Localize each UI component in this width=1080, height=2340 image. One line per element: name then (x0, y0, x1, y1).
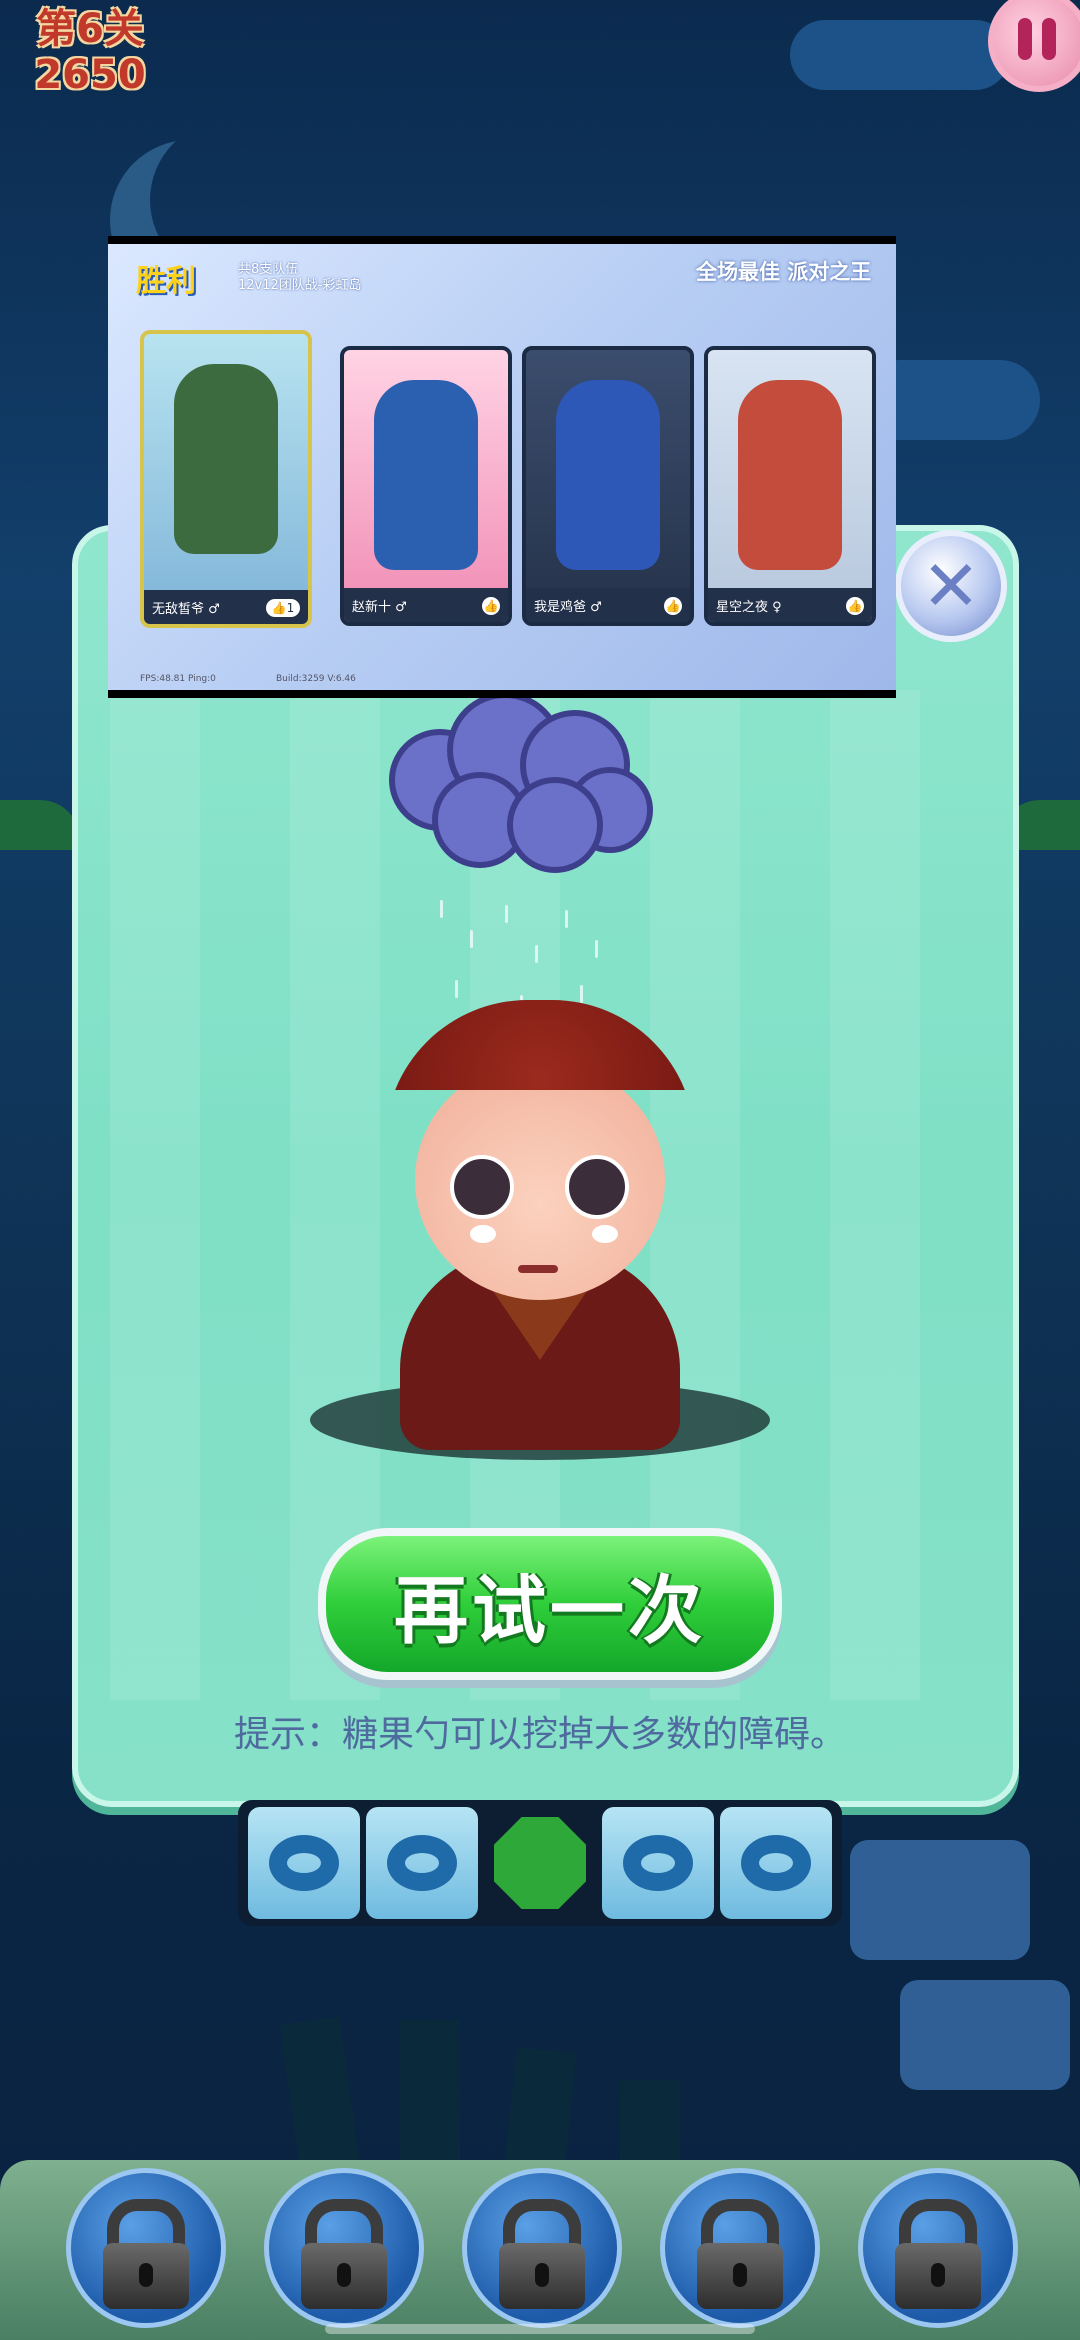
character-tear (592, 1225, 618, 1243)
ice-donut-tile[interactable] (602, 1807, 714, 1919)
character-left-eye (450, 1155, 514, 1219)
pause-button[interactable] (988, 0, 1080, 92)
ad-subtitle-line: 共8支队伍 (238, 262, 299, 277)
lock-keyhole (337, 2263, 351, 2287)
background-cloud (790, 20, 1010, 90)
ad-player-card: 赵新十 ♂ 👍 (340, 346, 512, 626)
background-fence (400, 2020, 460, 2170)
pause-icon (1018, 18, 1032, 60)
retry-button-label: 再试一次 (394, 1567, 706, 1654)
locked-booster-button[interactable] (462, 2168, 622, 2328)
score-label: 2650 (34, 52, 146, 98)
character-tear (470, 1225, 496, 1243)
home-indicator[interactable] (325, 2324, 755, 2334)
lock-keyhole (931, 2263, 945, 2287)
ad-version-text: Build:3259 V:6.46 (276, 674, 356, 684)
background-stone (900, 1980, 1070, 2090)
retry-button[interactable]: 再试一次 (318, 1528, 782, 1680)
ad-subtitle-line: 12v12团队战-彩虹岛 (238, 278, 362, 293)
raindrop (455, 980, 458, 998)
raindrop (470, 930, 473, 948)
ad-player-card: 无敌皙爷 ♂ 👍1 (140, 330, 312, 628)
green-gem-icon (494, 1817, 586, 1909)
lock-keyhole (535, 2263, 549, 2287)
raindrop (505, 905, 508, 923)
ad-player-card: 星空之夜 ♀ 👍 (704, 346, 876, 626)
player-figure (738, 380, 842, 570)
background-stone (850, 1840, 1030, 1960)
donut-icon (387, 1835, 457, 1891)
donut-icon (741, 1835, 811, 1891)
character-mouth (518, 1265, 558, 1273)
close-button[interactable]: ✕ (895, 530, 1007, 642)
raindrop (595, 940, 598, 958)
pause-icon (1042, 18, 1056, 60)
ad-result-label: 胜利 (136, 264, 196, 299)
like-icon: 👍 (846, 597, 864, 615)
like-icon: 👍1 (266, 599, 300, 617)
like-icon: 👍 (482, 597, 500, 615)
player-figure (374, 380, 478, 570)
locked-booster-button[interactable] (660, 2168, 820, 2328)
character-right-eye (565, 1155, 629, 1219)
ice-donut-tile[interactable] (720, 1807, 832, 1919)
rain-cloud-icon (389, 692, 653, 873)
lock-keyhole (139, 2263, 153, 2287)
ice-donut-tile[interactable] (248, 1807, 360, 1919)
donut-icon (623, 1835, 693, 1891)
ad-player-card: 我是鸡爸 ♂ 👍 (522, 346, 694, 626)
raindrop (565, 910, 568, 928)
background-fence (279, 2016, 361, 2174)
lock-keyhole (733, 2263, 747, 2287)
green-gem-tile[interactable] (494, 1817, 586, 1909)
ad-subtitle: 共8支队伍 12v12团队战-彩虹岛 (238, 262, 361, 294)
ad-fps-text: FPS:48.81 Ping:0 (140, 674, 216, 684)
ice-donut-tile[interactable] (366, 1807, 478, 1919)
raindrop (535, 945, 538, 963)
hint-text: 提示：糖果勺可以挖掉大多数的障碍。 (233, 1714, 846, 1755)
level-info: 第6关 2650 (30, 6, 150, 98)
raindrop (580, 985, 583, 1003)
locked-booster-button[interactable] (66, 2168, 226, 2328)
donut-icon (269, 1835, 339, 1891)
level-label: 第6关 (36, 6, 144, 52)
locked-booster-button[interactable] (264, 2168, 424, 2328)
player-figure (556, 380, 660, 570)
ad-award-tags: 全场最佳 派对之王 (696, 260, 872, 284)
close-icon: ✕ (921, 545, 981, 627)
player-figure (174, 364, 278, 554)
locked-booster-button[interactable] (858, 2168, 1018, 2328)
raindrop (440, 900, 443, 918)
like-icon: 👍 (664, 597, 682, 615)
background-hill (0, 800, 80, 850)
